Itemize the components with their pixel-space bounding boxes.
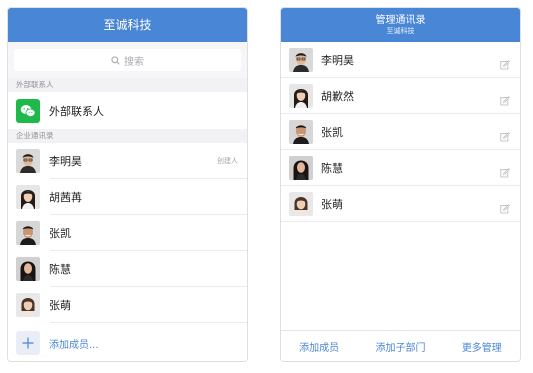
org-title: 至诚科技 bbox=[103, 18, 152, 32]
edit-icon[interactable] bbox=[500, 163, 510, 182]
edit-icon[interactable] bbox=[500, 127, 510, 146]
manage-footer: 添加成员 添加子部门 更多管理 bbox=[281, 330, 520, 361]
member-row[interactable]: 李明昊 创建人 bbox=[8, 143, 247, 179]
avatar bbox=[16, 221, 40, 245]
add-subdept-button[interactable]: 添加子部门 bbox=[375, 339, 425, 354]
member-name: 胡茜苒 bbox=[49, 191, 82, 204]
avatar bbox=[16, 257, 40, 281]
manage-panel: 管理通讯录 至诚科技 李明昊 胡歉然 张凯 陈慧 张萌 添加成员 添加子部门 更… bbox=[280, 7, 521, 362]
divider bbox=[50, 322, 247, 323]
search-placeholder: 搜索 bbox=[124, 56, 144, 68]
member-name: 李明昊 bbox=[321, 54, 354, 67]
avatar bbox=[289, 84, 313, 108]
contacts-panel: 至诚科技 搜索 外部联系人 外部联系人 企业通讯录 李明昊 创建人 胡茜苒 张凯… bbox=[7, 7, 248, 362]
search-input[interactable]: 搜索 bbox=[14, 49, 241, 71]
member-name: 张凯 bbox=[321, 126, 343, 139]
manage-header: 管理通讯录 至诚科技 bbox=[281, 8, 520, 42]
edit-icon[interactable] bbox=[500, 91, 510, 110]
member-row[interactable]: 张萌 bbox=[8, 287, 247, 323]
member-name: 胡歉然 bbox=[321, 90, 354, 103]
manage-member-row[interactable]: 李明昊 bbox=[281, 42, 520, 78]
external-contacts-item[interactable]: 外部联系人 bbox=[8, 92, 247, 129]
avatar bbox=[16, 293, 40, 317]
member-name: 陈慧 bbox=[321, 162, 343, 175]
manage-member-row[interactable]: 张萌 bbox=[281, 186, 520, 222]
contacts-header: 至诚科技 bbox=[8, 8, 247, 42]
member-row[interactable]: 张凯 bbox=[8, 215, 247, 251]
manage-member-row[interactable]: 张凯 bbox=[281, 114, 520, 150]
search-icon bbox=[111, 55, 120, 65]
wechat-icon bbox=[16, 98, 40, 123]
section-enterprise: 企业通讯录 bbox=[8, 129, 247, 143]
member-name: 李明昊 bbox=[49, 155, 82, 168]
divider bbox=[281, 221, 520, 222]
manage-subtitle: 至诚科技 bbox=[386, 26, 415, 35]
plus-icon bbox=[16, 331, 40, 355]
member-row[interactable]: 陈慧 bbox=[8, 251, 247, 287]
external-contacts-label: 外部联系人 bbox=[49, 104, 104, 118]
creator-badge: 创建人 bbox=[217, 157, 238, 165]
member-row[interactable]: 胡茜苒 bbox=[8, 179, 247, 215]
add-member-button[interactable]: 添加成员 bbox=[299, 339, 339, 354]
section-external: 外部联系人 bbox=[8, 78, 247, 92]
avatar bbox=[289, 156, 313, 180]
avatar bbox=[289, 192, 313, 216]
avatar bbox=[289, 120, 313, 144]
member-name: 陈慧 bbox=[49, 263, 71, 276]
avatar bbox=[16, 149, 40, 173]
member-name: 张萌 bbox=[321, 198, 343, 211]
more-manage-button[interactable]: 更多管理 bbox=[462, 339, 502, 354]
search-bar: 搜索 bbox=[8, 42, 247, 78]
manage-member-row[interactable]: 胡歉然 bbox=[281, 78, 520, 114]
edit-icon[interactable] bbox=[500, 199, 510, 218]
avatar bbox=[16, 185, 40, 209]
manage-title: 管理通讯录 bbox=[375, 14, 426, 26]
add-member-label: 添加成员... bbox=[49, 339, 99, 351]
edit-icon[interactable] bbox=[500, 55, 510, 74]
add-member-button[interactable]: 添加成员... bbox=[8, 323, 247, 361]
avatar bbox=[289, 48, 313, 72]
member-name: 张凯 bbox=[49, 227, 71, 240]
member-name: 张萌 bbox=[49, 299, 71, 312]
manage-member-row[interactable]: 陈慧 bbox=[281, 150, 520, 186]
